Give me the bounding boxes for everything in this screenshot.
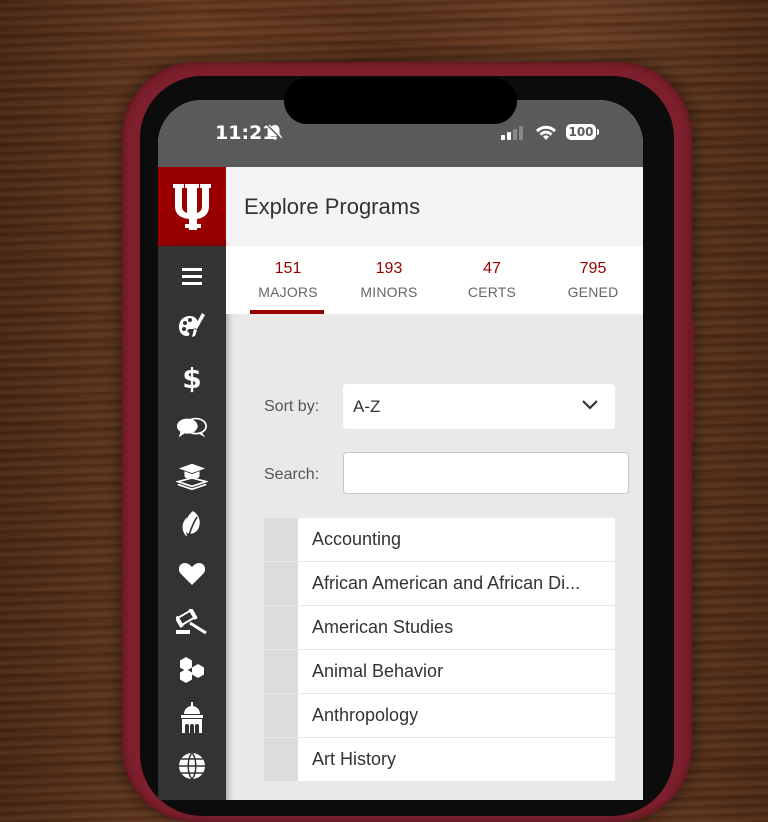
sidebar: $ [158,246,226,800]
list-item[interactable]: Art History [264,738,615,781]
tab-certs[interactable]: 47 CERTS [442,246,542,314]
header-bar: Explore Programs [226,167,643,246]
tab-gened[interactable]: 795 GENED [543,246,643,314]
leaf-icon[interactable] [176,508,208,540]
program-name: African American and African Di... [312,573,581,593]
program-tabs: 151 MAJORS 193 MINORS 47 CERTS 795 GENED [226,246,643,314]
program-name: Accounting [312,529,402,549]
list-item[interactable]: Accounting [264,518,615,561]
sort-value: A-Z [353,397,381,416]
list-item[interactable]: Animal Behavior [264,650,615,693]
signal-icon [501,126,525,145]
battery-tip [597,129,599,135]
globe-icon[interactable] [176,750,208,782]
program-list: Accounting African American and African … [264,518,615,782]
list-item-thumb [264,562,298,605]
heart-icon[interactable] [176,558,208,590]
gavel-icon[interactable] [176,606,208,638]
tab-label: CERTS [467,284,517,300]
graduation-cap-icon[interactable] [176,460,208,492]
filter-panel: Sort by: A-Z Search: Accounting African … [226,314,643,800]
program-name: Art History [312,749,397,769]
wifi-icon [535,124,557,145]
battery-icon: 100 [566,124,596,140]
list-item-thumb [264,694,298,737]
list-item-thumb [264,518,298,561]
chevron-down-icon [581,398,599,416]
dynamic-island [284,78,517,124]
phone-side-button [688,320,694,440]
chat-bubbles-icon[interactable] [176,412,208,444]
search-label: Search: [264,466,320,483]
tab-majors[interactable]: 151 MAJORS [238,246,338,314]
tab-count: 193 [375,260,403,277]
list-item-thumb [264,606,298,649]
program-name: Animal Behavior [312,661,444,681]
dollar-icon[interactable]: $ [176,362,208,395]
tab-label: MAJORS [258,284,318,300]
page-title: Explore Programs [244,194,421,219]
hexagons-icon[interactable] [176,654,208,686]
tab-count: 47 [483,260,501,277]
tab-label: MINORS [360,284,418,300]
sort-label: Sort by: [264,398,320,415]
tab-count: 795 [579,260,607,277]
program-name: American Studies [312,617,454,637]
sort-select[interactable]: A-Z [343,384,615,429]
program-name: Anthropology [312,705,419,725]
list-item[interactable]: African American and African Di... [264,562,615,605]
tab-label: GENED [567,284,619,300]
list-item-thumb [264,650,298,693]
iu-trident-logo[interactable] [158,167,226,246]
list-item[interactable]: Anthropology [264,694,615,737]
list-item[interactable]: American Studies [264,606,615,649]
palette-icon[interactable] [176,310,208,342]
search-input[interactable] [343,452,629,494]
tab-count: 151 [274,260,302,277]
menu-icon[interactable] [176,260,208,292]
building-icon[interactable] [176,702,208,734]
tab-minors[interactable]: 193 MINORS [339,246,439,314]
list-item-thumb [264,738,298,781]
bell-slash-icon [266,123,284,146]
phone-screen: 11:21 100 Explore Programs $ 151 MAJORS … [158,100,643,800]
